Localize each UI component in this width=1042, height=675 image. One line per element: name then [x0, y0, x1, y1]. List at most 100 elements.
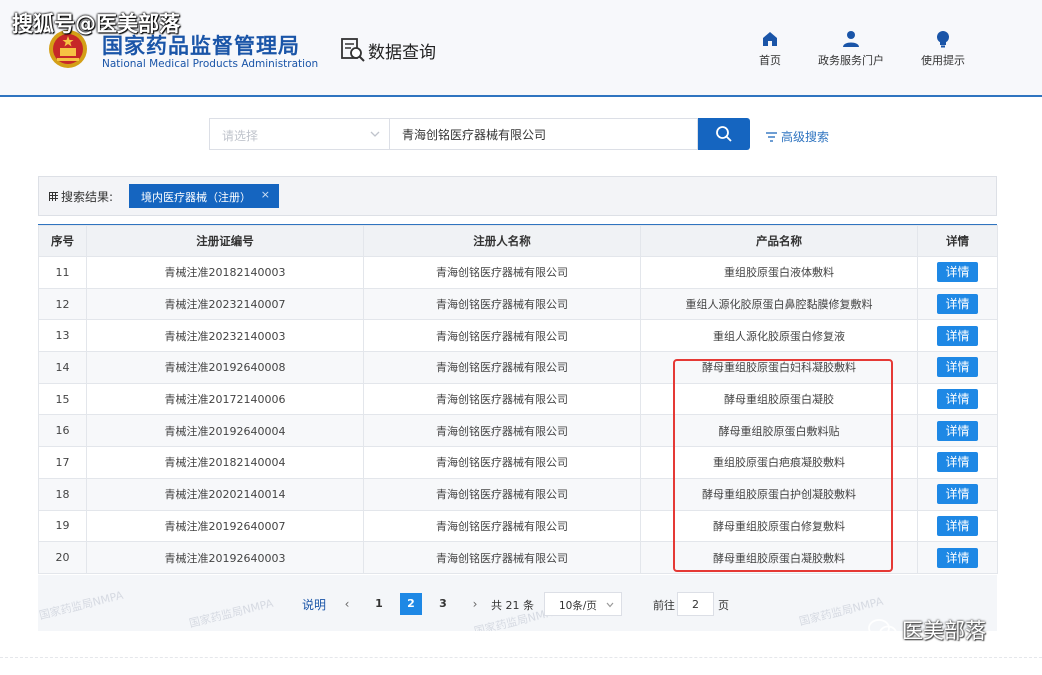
row-product-name: 酵母重组胶原蛋白凝胶敷料 — [640, 541, 918, 574]
row-detail-cell: 详情 — [917, 319, 998, 353]
row-no: 13 — [38, 319, 87, 353]
next-page-button[interactable]: › — [464, 593, 486, 615]
row-cert-number: 青械注准20232140003 — [86, 319, 364, 353]
row-product-name: 重组胶原蛋白液体敷料 — [640, 256, 918, 289]
section-title: 数据查询 — [368, 43, 436, 63]
table-row: 16 青械注准20192640004 青海创铭医疗器械有限公司 酵母重组胶原蛋白敷料贴… — [38, 414, 998, 448]
row-product-name: 酵母重组胶原蛋白护创凝胶敷料 — [640, 477, 918, 511]
detail-button[interactable]: 详情 — [937, 515, 978, 536]
row-cert-number: 青械注准20192640004 — [86, 414, 364, 448]
home-icon — [763, 32, 777, 46]
row-registrant: 青海创铭医疗器械有限公司 — [363, 446, 641, 479]
row-cert-number: 青械注准20172140006 — [86, 382, 364, 416]
pager: 说明 ‹ 1 2 3 › 共 21 条 10条/页 前往 页 — [38, 575, 997, 631]
search-button[interactable] — [698, 118, 750, 150]
row-detail-cell: 详情 — [917, 541, 998, 574]
advanced-search-link[interactable]: 高级搜索 — [766, 128, 829, 145]
col-header-product: 产品名称 — [640, 225, 918, 257]
footer-divider — [0, 657, 1042, 658]
row-registrant: 青海创铭医疗器械有限公司 — [363, 287, 641, 321]
search-icon — [716, 126, 732, 142]
total-count: 共 21 条 — [491, 599, 534, 612]
row-registrant: 青海创铭医疗器械有限公司 — [363, 351, 641, 384]
row-registrant: 青海创铭医疗器械有限公司 — [363, 382, 641, 416]
table-row: 20 青械注准20192640003 青海创铭医疗器械有限公司 酵母重组胶原蛋白凝胶敷… — [38, 541, 998, 574]
row-registrant: 青海创铭医疗器械有限公司 — [363, 541, 641, 574]
results-bar: 搜索结果: 境内医疗器械（注册） × — [38, 176, 997, 216]
close-icon[interactable]: × — [261, 188, 270, 201]
results-table: 序号 注册证编号 注册人名称 产品名称 详情 11 青械注准20182140003… — [38, 225, 998, 574]
row-detail-cell: 详情 — [917, 414, 998, 448]
table-row: 14 青械注准20192640008 青海创铭医疗器械有限公司 酵母重组胶原蛋白妇科凝… — [38, 351, 998, 384]
nav-service-portal[interactable]: 政务服务门户 — [811, 30, 891, 68]
row-no: 14 — [38, 351, 87, 384]
header-divider — [0, 95, 1042, 97]
detail-button[interactable]: 详情 — [937, 262, 978, 283]
row-product-name: 重组人源化胶原蛋白修复液 — [640, 319, 918, 353]
detail-button[interactable]: 详情 — [937, 484, 978, 505]
page-button[interactable]: 3 — [432, 593, 454, 615]
row-product-name: 重组人源化胶原蛋白鼻腔黏膜修复敷料 — [640, 287, 918, 321]
advanced-search-label: 高级搜索 — [781, 130, 830, 144]
row-cert-number: 青械注准20202140014 — [86, 477, 364, 511]
table-row: 17 青械注准20182140004 青海创铭医疗器械有限公司 重组胶原蛋白疤痕凝胶敷… — [38, 446, 998, 479]
row-no: 18 — [38, 477, 87, 511]
category-select[interactable]: 请选择 — [209, 118, 390, 150]
row-product-name: 重组胶原蛋白疤痕凝胶敷料 — [640, 446, 918, 479]
active-filter-tag[interactable]: 境内医疗器械（注册） × — [129, 184, 279, 208]
row-cert-number: 青械注准20192640003 — [86, 541, 364, 574]
goto-suffix: 页 — [718, 599, 729, 612]
search-input[interactable] — [390, 118, 698, 150]
row-detail-cell: 详情 — [917, 351, 998, 384]
active-filter-tag-label: 境内医疗器械（注册） — [141, 191, 251, 204]
row-detail-cell: 详情 — [917, 509, 998, 543]
table-row: 13 青械注准20232140003 青海创铭医疗器械有限公司 重组人源化胶原蛋白修复… — [38, 319, 998, 353]
row-no: 12 — [38, 287, 87, 321]
lightbulb-icon — [937, 31, 949, 48]
user-icon — [843, 31, 859, 47]
table-row: 12 青械注准20232140007 青海创铭医疗器械有限公司 重组人源化胶原蛋白鼻腔… — [38, 287, 998, 321]
col-header-no: 序号 — [38, 225, 87, 257]
row-no: 15 — [38, 382, 87, 416]
nav-home[interactable]: 首页 — [730, 30, 810, 68]
nav-service-portal-label: 政务服务门户 — [818, 54, 884, 67]
page-size-select[interactable]: 10条/页 — [544, 592, 622, 616]
detail-button[interactable]: 详情 — [937, 547, 978, 568]
row-detail-cell: 详情 — [917, 287, 998, 321]
detail-button[interactable]: 详情 — [937, 389, 978, 410]
goto-page-input[interactable] — [677, 592, 714, 616]
row-product-name: 酵母重组胶原蛋白凝胶 — [640, 382, 918, 416]
results-label-text: 搜索结果: — [61, 190, 114, 204]
row-registrant: 青海创铭医疗器械有限公司 — [363, 414, 641, 448]
watermark-bottom: 医美部落 — [868, 615, 986, 645]
results-table-wrap: 序号 注册证编号 注册人名称 产品名称 详情 11 青械注准20182140003… — [38, 225, 998, 574]
page-size-value: 10条/页 — [559, 600, 597, 612]
data-query-icon — [341, 38, 365, 62]
row-registrant: 青海创铭医疗器械有限公司 — [363, 509, 641, 543]
pagination-note[interactable]: 说明 — [302, 596, 326, 613]
detail-button[interactable]: 详情 — [937, 325, 978, 346]
row-detail-cell: 详情 — [917, 256, 998, 289]
detail-button[interactable]: 详情 — [937, 294, 978, 315]
table-row: 15 青械注准20172140006 青海创铭医疗器械有限公司 酵母重组胶原蛋白凝胶详… — [38, 382, 998, 416]
row-registrant: 青海创铭医疗器械有限公司 — [363, 319, 641, 353]
org-name-en: National Medical Products Administration — [102, 58, 319, 70]
grid-icon — [49, 192, 58, 201]
prev-page-button[interactable]: ‹ — [336, 593, 358, 615]
watermark-bottom-text: 医美部落 — [902, 619, 986, 643]
row-cert-number: 青械注准20182140004 — [86, 446, 364, 479]
page-button-active[interactable]: 2 — [400, 593, 422, 615]
col-header-cert: 注册证编号 — [86, 225, 364, 257]
detail-button[interactable]: 详情 — [937, 452, 978, 473]
row-detail-cell: 详情 — [917, 446, 998, 479]
row-detail-cell: 详情 — [917, 382, 998, 416]
wechat-icon — [868, 619, 897, 641]
detail-button[interactable]: 详情 — [937, 420, 978, 441]
nav-usage-tips[interactable]: 使用提示 — [903, 30, 983, 68]
table-row: 18 青械注准20202140014 青海创铭医疗器械有限公司 酵母重组胶原蛋白护创凝… — [38, 477, 998, 511]
col-header-detail: 详情 — [917, 225, 998, 257]
detail-button[interactable]: 详情 — [937, 357, 978, 378]
row-cert-number: 青械注准20232140007 — [86, 287, 364, 321]
table-header-row: 序号 注册证编号 注册人名称 产品名称 详情 — [38, 225, 998, 257]
page-button[interactable]: 1 — [368, 593, 390, 615]
